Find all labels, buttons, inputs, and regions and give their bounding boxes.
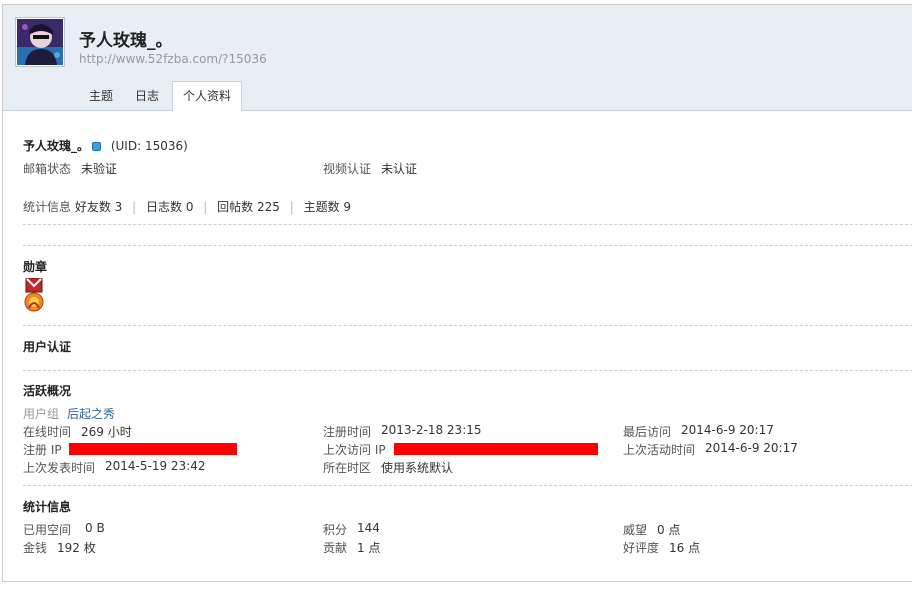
contribution-value: 1 点	[357, 541, 381, 555]
video-verify-label: 视频认证	[323, 162, 372, 176]
usergroup-link[interactable]: 后起之秀	[67, 405, 115, 422]
reg-time-label: 注册时间	[323, 425, 372, 439]
last-visit-value: 2014-6-9 20:17	[681, 423, 774, 437]
credits-value: 144	[357, 521, 380, 535]
separator: |	[203, 200, 208, 214]
threads-count-link[interactable]: 主题数 9	[304, 200, 351, 214]
online-time-label: 在线时间	[23, 425, 72, 439]
contribution-label: 贡献	[323, 541, 348, 555]
avatar[interactable]	[15, 17, 65, 67]
online-time-value: 269 小时	[81, 425, 132, 439]
profile-uid: (UID: 15036)	[110, 139, 188, 153]
rating-value: 16 点	[669, 541, 701, 555]
profile-header: 予人玫瑰_。 http://www.52fzba.com/?15036 主题 日…	[3, 5, 912, 112]
medals-title: 勋章	[23, 260, 48, 274]
credits-label: 积分	[323, 523, 348, 537]
stats-summary: 统计信息 好友数 3 | 日志数 0 | 回帖数 225 | 主题数 9	[23, 198, 351, 215]
divider	[23, 224, 912, 225]
reg-time-value: 2013-2-18 23:15	[381, 423, 482, 437]
money-value: 192 枚	[57, 541, 96, 555]
usergroup-label: 用户组	[23, 407, 60, 421]
last-active-value: 2014-6-9 20:17	[705, 441, 798, 455]
used-space-value: 0 B	[85, 521, 105, 535]
last-ip-label: 上次访问 IP	[323, 443, 386, 457]
avatar-image	[17, 19, 63, 65]
separator: |	[132, 200, 137, 214]
divider	[23, 370, 912, 371]
tab-profile[interactable]: 个人资料	[172, 81, 243, 112]
profile-name-line: 予人玫瑰_。 (UID: 15036)	[23, 137, 188, 154]
activity-title: 活跃概况	[23, 384, 72, 398]
reg-ip-redaction	[69, 443, 237, 455]
last-post-value: 2014-5-19 23:42	[105, 459, 206, 473]
divider	[23, 485, 912, 486]
email-status-value: 未验证	[81, 162, 118, 176]
timezone-value: 使用系统默认	[381, 461, 454, 475]
money-label: 金钱	[23, 541, 48, 555]
user-verify-title: 用户认证	[23, 340, 72, 354]
timezone-label: 所在时区	[323, 461, 372, 475]
divider	[23, 245, 912, 246]
profile-name: 予人玫瑰_。	[23, 139, 90, 153]
prestige-label: 威望	[623, 523, 648, 537]
last-post-label: 上次发表时间	[23, 461, 96, 475]
profile-username: 予人玫瑰_。	[79, 31, 173, 51]
blogs-count-link[interactable]: 日志数 0	[146, 200, 193, 214]
stats-summary-label: 统计信息	[23, 200, 72, 214]
last-visit-label: 最后访问	[623, 425, 672, 439]
video-verify-value: 未认证	[381, 162, 418, 176]
last-active-label: 上次活动时间	[623, 443, 696, 457]
separator: |	[289, 200, 294, 214]
friends-count-link[interactable]: 好友数 3	[75, 200, 122, 214]
profile-url[interactable]: http://www.52fzba.com/?15036	[79, 52, 267, 66]
statistics-title: 统计信息	[23, 500, 72, 514]
tab-threads[interactable]: 主题	[79, 81, 123, 111]
medal-icon[interactable]	[23, 277, 45, 314]
online-status-icon	[92, 142, 102, 151]
last-ip-redaction	[394, 443, 598, 455]
prestige-value: 0 点	[657, 523, 681, 537]
divider	[23, 325, 912, 326]
replies-count-link[interactable]: 回帖数 225	[217, 200, 280, 214]
used-space-label: 已用空间	[23, 523, 72, 537]
reg-ip-label: 注册 IP	[23, 443, 62, 457]
rating-label: 好评度	[623, 541, 660, 555]
tab-blogs[interactable]: 日志	[125, 81, 169, 111]
profile-panel: 予人玫瑰_。 http://www.52fzba.com/?15036 主题 日…	[2, 4, 912, 582]
email-status-label: 邮箱状态	[23, 162, 72, 176]
